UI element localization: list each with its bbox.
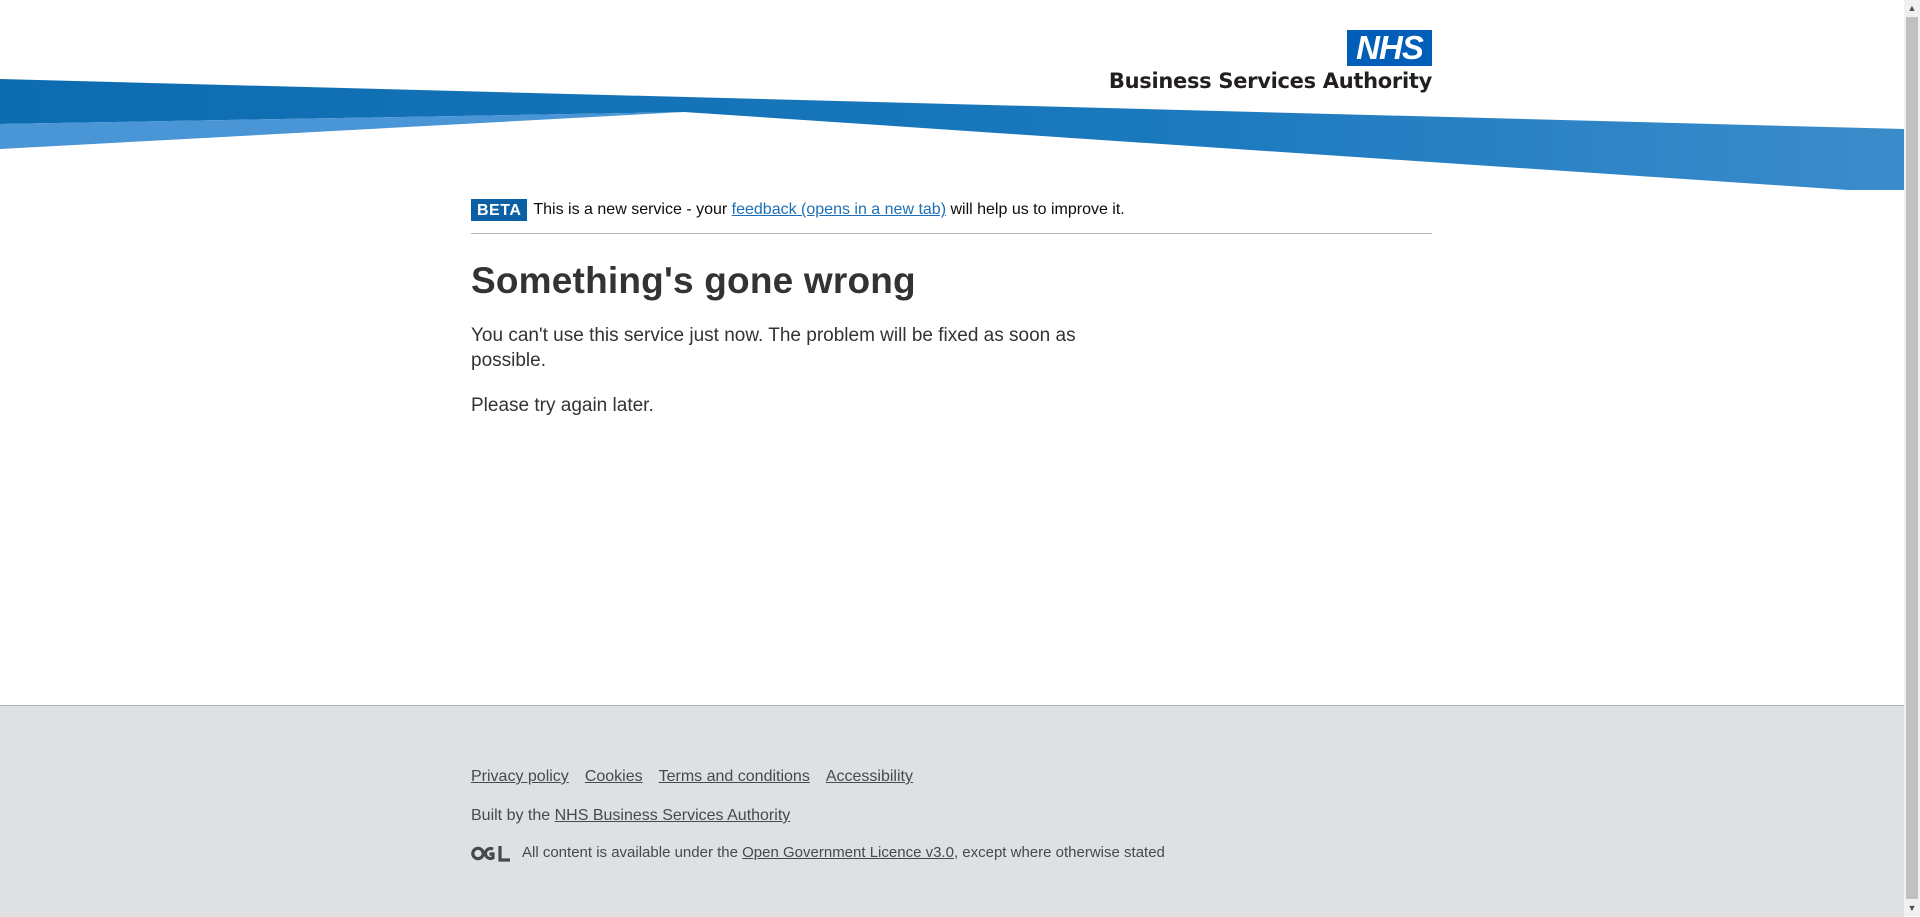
feedback-link[interactable]: feedback (opens in a new tab): [732, 201, 946, 218]
nhsbsa-logo[interactable]: NHS Business Services Authority: [1109, 30, 1432, 98]
footer-links: Privacy policy Cookies Terms and condition…: [471, 768, 929, 786]
cookies-link[interactable]: Cookies: [585, 768, 643, 785]
nhsbsa-link[interactable]: NHS Business Services Authority: [555, 807, 791, 824]
organisation-name: Business Services Authority: [1108, 69, 1432, 93]
terms-link[interactable]: Terms and conditions: [659, 768, 810, 785]
nhs-logo-mark: NHS: [1347, 30, 1432, 66]
page-title: Something's gone wrong: [471, 260, 916, 301]
accessibility-link[interactable]: Accessibility: [826, 768, 913, 785]
beta-tag: BETA: [471, 199, 528, 221]
header-swoosh-graphic: [0, 79, 1904, 190]
scrollbar-thumb[interactable]: [1906, 17, 1918, 899]
nhs-logo-text: NHS: [1356, 29, 1424, 66]
phase-banner: BETA This is a new service - your feedbac…: [471, 199, 1432, 234]
built-by-text: Built by the: [471, 807, 555, 824]
scroll-down-arrow-icon[interactable]: ▼: [1904, 900, 1920, 916]
site-footer: Privacy policy Cookies Terms and condition…: [0, 705, 1904, 917]
phase-text-after: will help us to improve it.: [946, 201, 1125, 218]
try-again-message: Please try again later.: [471, 395, 654, 416]
licence-text-before: All content is available under the: [522, 844, 743, 861]
scroll-up-arrow-icon[interactable]: ▲: [1904, 0, 1920, 16]
built-by: Built by the NHS Business Services Autho…: [471, 807, 790, 825]
ogl-logo-icon: [471, 845, 510, 862]
error-message: You can't use this service just now. The…: [471, 325, 1076, 371]
vertical-scrollbar[interactable]: ▲ ▼: [1904, 0, 1920, 916]
licence-statement: All content is available under the Open …: [471, 843, 1165, 863]
phase-text-before: This is a new service - your: [533, 201, 732, 218]
site-header: NHS Business Services Authority: [0, 0, 1904, 200]
privacy-policy-link[interactable]: Privacy policy: [471, 768, 569, 785]
ogl-link[interactable]: Open Government Licence v3.0: [742, 844, 954, 861]
licence-text-after: , except where otherwise stated: [953, 844, 1165, 861]
